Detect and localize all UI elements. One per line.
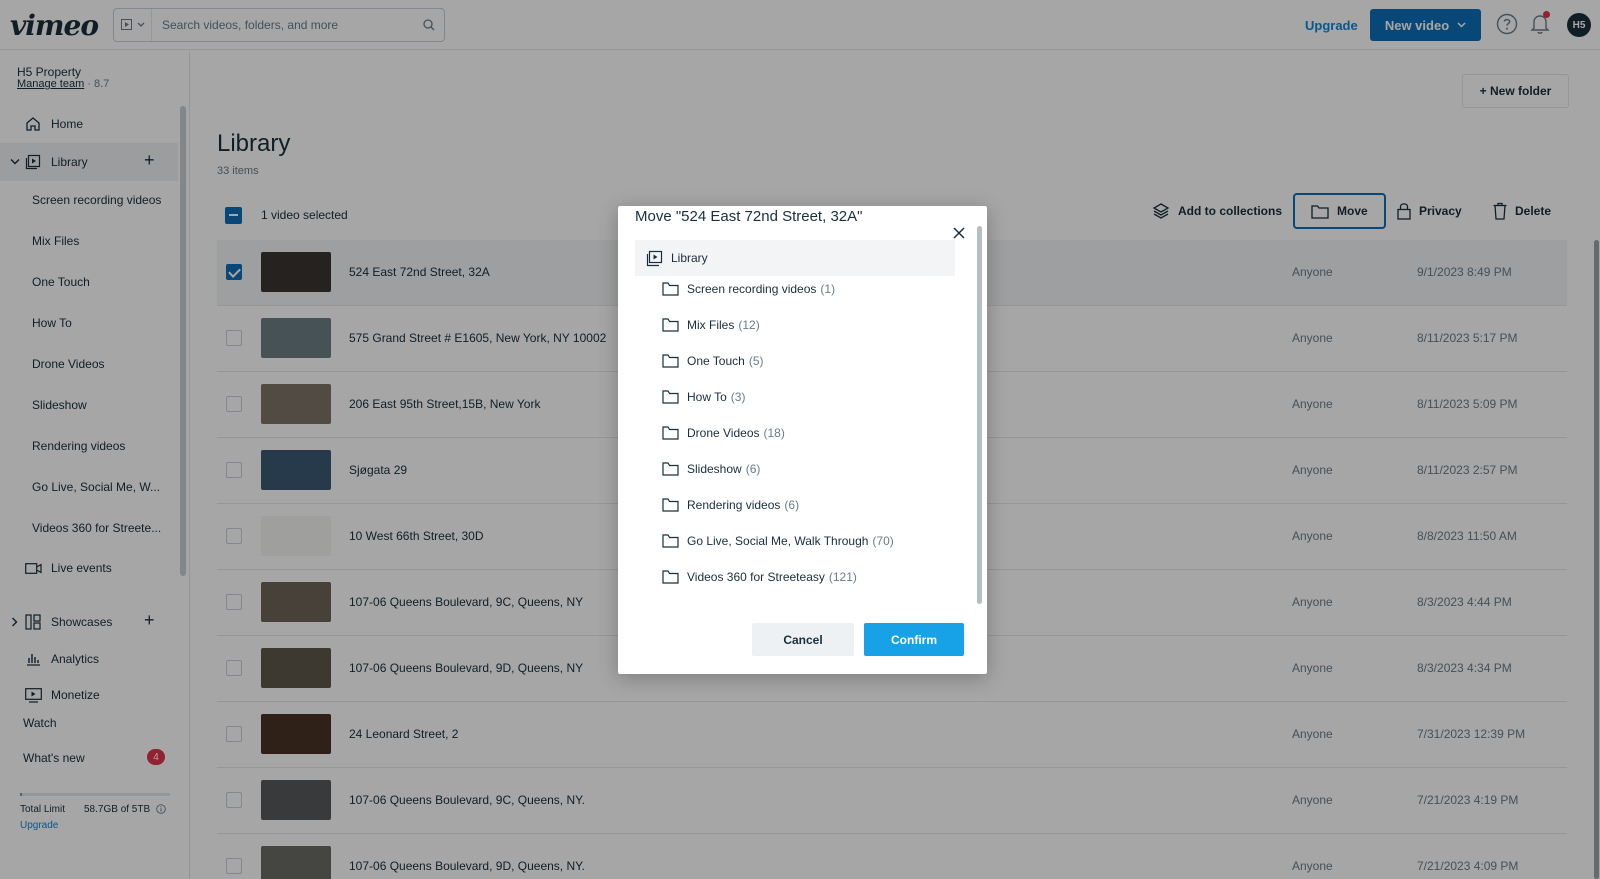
folder-tree-item[interactable]: Screen recording videos (1)	[662, 278, 835, 300]
cancel-button[interactable]: Cancel	[752, 623, 854, 656]
folder-tree-item[interactable]: Mix Files (12)	[662, 314, 760, 336]
folder-count: (6)	[745, 462, 761, 476]
folder-count: (6)	[784, 498, 800, 512]
folder-tree-item[interactable]: One Touch (5)	[662, 350, 764, 372]
folder-tree-item[interactable]: How To (3)	[662, 386, 745, 408]
folder-name: Screen recording videos	[687, 282, 817, 296]
folder-tree-item[interactable]: Videos 360 for Streeteasy (121)	[662, 566, 857, 588]
folder-name: Go Live, Social Me, Walk Through	[687, 534, 869, 548]
folder-icon	[662, 354, 679, 368]
confirm-button[interactable]: Confirm	[864, 623, 964, 656]
folder-icon	[662, 462, 679, 476]
folder-name: Mix Files	[687, 318, 735, 332]
folder-tree-item[interactable]: Slideshow (6)	[662, 458, 760, 480]
folder-icon	[662, 498, 679, 512]
folder-count: (1)	[820, 282, 836, 296]
folder-tree-item[interactable]: Go Live, Social Me, Walk Through (70)	[662, 530, 894, 552]
dialog-scrollbar[interactable]	[977, 226, 982, 604]
folder-name: How To	[687, 390, 727, 404]
video-library-icon	[646, 250, 663, 267]
folder-tree-root-library[interactable]: Library	[635, 240, 955, 276]
folder-name: Videos 360 for Streeteasy	[687, 570, 825, 584]
move-dialog: Move "524 East 72nd Street, 32A" Library…	[618, 206, 987, 674]
folder-icon	[662, 570, 679, 584]
folder-tree-label: Library	[671, 251, 708, 265]
folder-count: (5)	[748, 354, 764, 368]
folder-count: (18)	[763, 426, 785, 440]
folder-name: Rendering videos	[687, 498, 781, 512]
folder-icon	[662, 534, 679, 548]
folder-icon	[662, 318, 679, 332]
close-icon[interactable]	[952, 226, 966, 240]
folder-icon	[662, 390, 679, 404]
dialog-title: Move "524 East 72nd Street, 32A"	[635, 208, 863, 225]
folder-name: Slideshow	[687, 462, 742, 476]
folder-count: (3)	[730, 390, 746, 404]
folder-icon	[662, 426, 679, 440]
folder-icon	[662, 282, 679, 296]
folder-count: (121)	[828, 570, 857, 584]
folder-name: Drone Videos	[687, 426, 760, 440]
folder-name: One Touch	[687, 354, 745, 368]
folder-tree-item[interactable]: Rendering videos (6)	[662, 494, 799, 516]
folder-count: (70)	[872, 534, 894, 548]
folder-count: (12)	[738, 318, 760, 332]
folder-tree-item[interactable]: Drone Videos (18)	[662, 422, 785, 444]
